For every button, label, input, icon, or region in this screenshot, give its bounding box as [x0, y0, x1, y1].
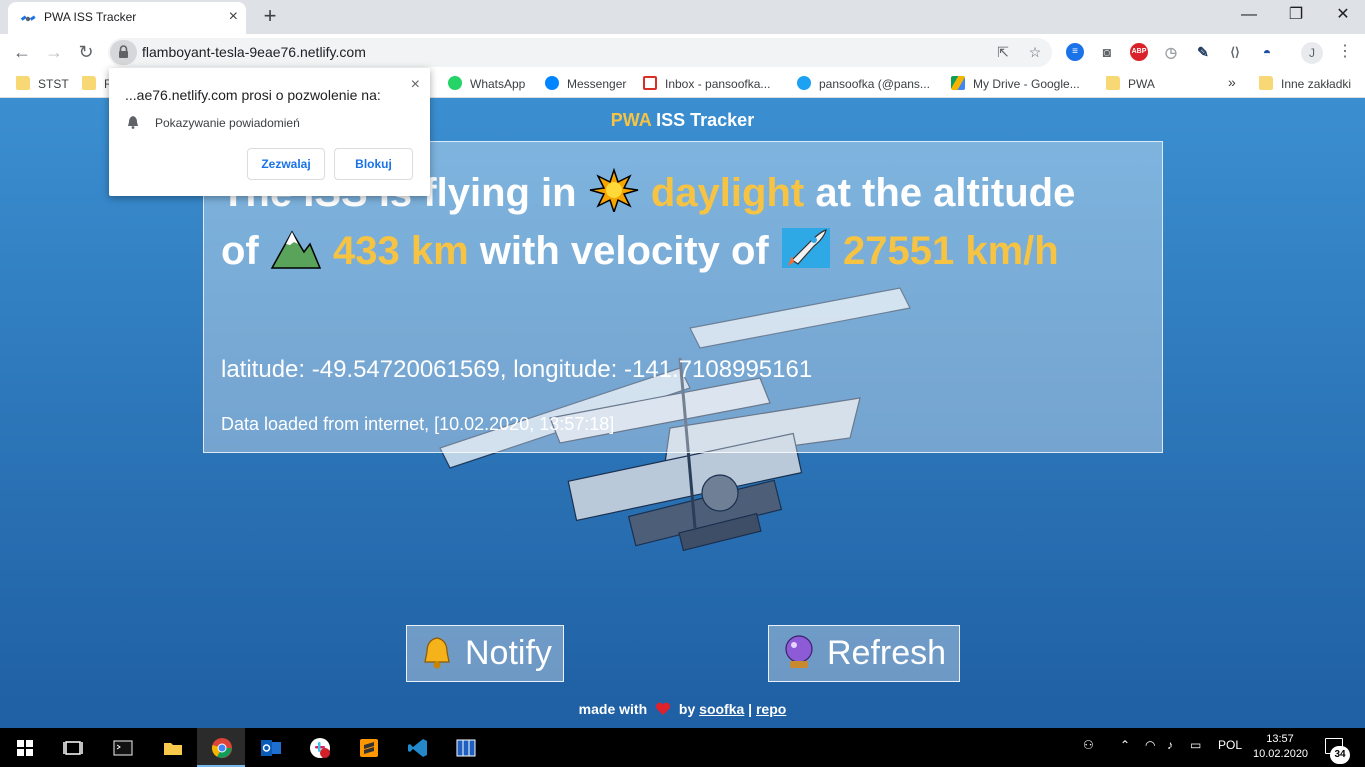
taskbar: ⚇ ⌃ ◠ ♪ ▭ POL 13:57 10.02.2020 34	[0, 728, 1365, 767]
gmail-icon	[643, 76, 657, 90]
tab-close-icon[interactable]: ×	[229, 9, 238, 25]
refresh-button[interactable]: Refresh	[768, 625, 960, 682]
outlook-icon	[261, 740, 281, 756]
rocket-icon	[781, 228, 830, 268]
block-button[interactable]: Blokuj	[334, 148, 413, 180]
address-bar[interactable]: flamboyant-tesla-9eae76.netlify.com ⇱ ☆	[108, 38, 1052, 67]
crystal-ball-icon	[785, 635, 813, 668]
notify-button[interactable]: Notify	[406, 625, 564, 682]
taskbar-outlook[interactable]	[246, 728, 294, 767]
bell-icon	[128, 116, 138, 129]
repo-link[interactable]: repo	[756, 701, 786, 717]
sun-icon	[589, 168, 638, 212]
minimize-icon[interactable]: —	[1226, 3, 1272, 27]
taskbar-app[interactable]	[441, 728, 489, 767]
language-indicator[interactable]: POL	[1218, 738, 1242, 752]
bookmark-gmail[interactable]: Inbox - pansoofka...	[643, 76, 770, 92]
permission-label: Pokazywanie powiadomień	[155, 116, 300, 130]
author-link[interactable]: soofka	[699, 701, 744, 717]
forward-icon[interactable]: →	[42, 40, 66, 64]
bookmark-other[interactable]: Inne zakładki	[1259, 76, 1351, 92]
heart-icon	[655, 702, 671, 715]
back-icon[interactable]: ←	[10, 40, 34, 64]
bookmark-pwa[interactable]: PWA	[1106, 76, 1155, 92]
ext-hat-icon[interactable]: ◓	[1258, 43, 1276, 61]
coordinates-text: latitude: -49.54720061569, longitude: -1…	[221, 356, 813, 383]
task-view-icon	[63, 741, 83, 755]
bookmark-whatsapp[interactable]: WhatsApp	[448, 76, 525, 92]
browser-toolbar: ← → ↻ flamboyant-tesla-9eae76.netlify.co…	[0, 34, 1365, 70]
bookmark-star-icon[interactable]: ☆	[1026, 43, 1044, 61]
ext-code-icon[interactable]: ⟨⟩	[1226, 43, 1244, 61]
twitter-icon	[797, 76, 811, 90]
altitude-value: 433 km	[333, 229, 469, 273]
more-bookmarks-icon[interactable]: »	[1228, 74, 1236, 90]
tab-strip: PWA ISS Tracker × + — ❐ ✕	[0, 0, 1365, 34]
popup-close-icon[interactable]: ×	[411, 76, 420, 94]
volume-icon[interactable]: ♪	[1167, 738, 1173, 752]
notification-permission-popup: ...ae76.netlify.com prosi o pozwolenie n…	[109, 68, 430, 196]
adblock-icon[interactable]: ABP	[1130, 43, 1148, 61]
system-clock[interactable]: 13:57 10.02.2020	[1253, 732, 1308, 762]
maximize-icon[interactable]: ❐	[1273, 3, 1319, 27]
battery-icon[interactable]: ▭	[1190, 738, 1201, 752]
start-button[interactable]	[0, 728, 48, 767]
terminal-icon	[113, 740, 133, 756]
allow-button[interactable]: Zezwalaj	[247, 148, 325, 180]
mountain-icon	[270, 230, 322, 269]
data-loaded-text: Data loaded from internet, [10.02.2020, …	[221, 414, 615, 434]
folder-icon	[16, 76, 30, 90]
popup-title: ...ae76.netlify.com prosi o pozwolenie n…	[125, 87, 381, 103]
ext-blue-icon[interactable]: ≡	[1066, 43, 1084, 61]
people-icon[interactable]: ⚇	[1083, 738, 1094, 752]
reload-icon[interactable]: ↻	[74, 40, 98, 64]
bookmark-stst[interactable]: STST	[16, 76, 69, 92]
open-in-app-icon[interactable]: ⇱	[994, 43, 1012, 61]
vscode-icon	[408, 739, 427, 757]
messenger-icon	[545, 76, 559, 90]
ext-clock-icon[interactable]: ◷	[1162, 43, 1180, 61]
windows-icon	[17, 740, 33, 756]
bookmark-messenger[interactable]: Messenger	[545, 76, 626, 92]
ext-tool-icon[interactable]: ✎	[1194, 43, 1212, 61]
folder-icon	[1259, 76, 1273, 90]
notification-count-badge: 34	[1330, 746, 1350, 764]
tab-title: PWA ISS Tracker	[44, 10, 137, 24]
tray-chevron-icon[interactable]: ⌃	[1120, 738, 1130, 752]
sublime-icon	[360, 739, 378, 757]
lock-icon[interactable]	[110, 40, 137, 65]
url-text: flamboyant-tesla-9eae76.netlify.com	[142, 44, 366, 60]
page-footer: made with by soofka | repo	[578, 701, 787, 717]
slack-icon	[310, 738, 330, 758]
bookmark-drive[interactable]: My Drive - Google...	[951, 76, 1080, 92]
camera-icon[interactable]: ◙	[1098, 43, 1116, 61]
light-condition: daylight	[650, 171, 805, 215]
whatsapp-icon	[448, 76, 462, 90]
drive-icon	[951, 76, 965, 90]
taskbar-slack[interactable]	[295, 728, 343, 767]
bookmark-twitter[interactable]: pansoofka (@pans...	[797, 76, 930, 92]
taskbar-vscode[interactable]	[393, 728, 441, 767]
profile-avatar[interactable]: J	[1301, 42, 1323, 64]
folder-icon	[164, 743, 182, 755]
satellite-icon	[20, 15, 36, 22]
taskbar-terminal[interactable]	[98, 728, 146, 767]
taskbar-chrome[interactable]	[197, 728, 245, 767]
folder-icon	[1106, 76, 1120, 90]
taskbar-sublime[interactable]	[344, 728, 392, 767]
chrome-icon	[212, 738, 232, 758]
close-window-icon[interactable]: ✕	[1320, 3, 1365, 27]
velocity-value: 27551 km/h	[843, 229, 1059, 273]
task-view-button[interactable]	[48, 728, 96, 767]
active-tab[interactable]: PWA ISS Tracker ×	[8, 2, 246, 34]
new-tab-icon[interactable]: +	[260, 4, 280, 28]
taskbar-file-explorer[interactable]	[148, 728, 196, 767]
bell-icon	[424, 637, 450, 669]
menu-icon[interactable]: ⋮	[1337, 42, 1353, 62]
wifi-icon[interactable]: ◠	[1145, 738, 1155, 752]
folder-icon	[82, 76, 96, 90]
app-grid-icon	[456, 739, 476, 757]
